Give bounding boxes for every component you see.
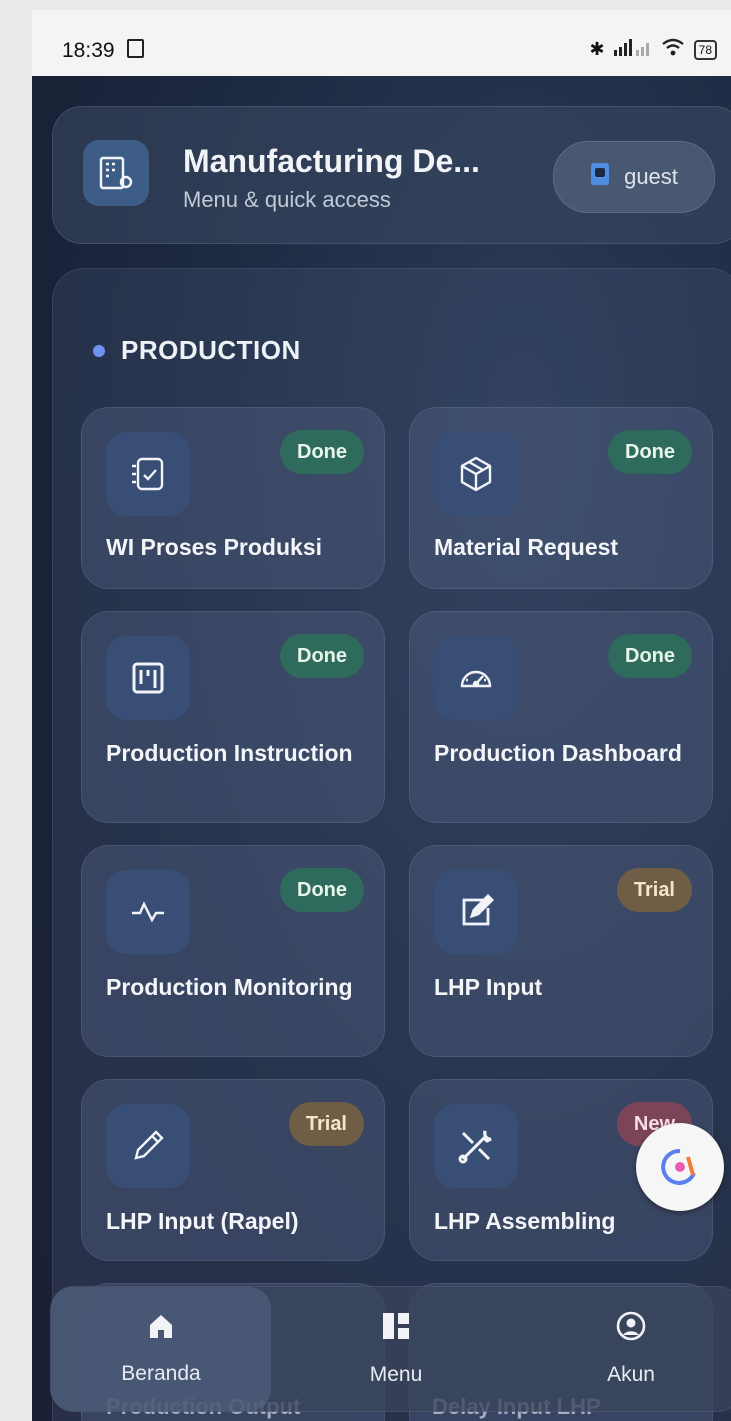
box-icon <box>434 432 518 516</box>
tools-icon <box>434 1104 518 1188</box>
bluetooth-icon: ✱ <box>589 39 605 59</box>
tile-label: Production Monitoring <box>106 974 353 1000</box>
edit-icon <box>434 870 518 954</box>
tile-lhp-input-rapel[interactable]: Trial LHP Input (Rapel) <box>81 1079 385 1261</box>
status-badge: Trial <box>288 1102 364 1146</box>
screenshot-notification-icon <box>127 39 144 58</box>
status-icons: ✱ 78 <box>590 38 717 61</box>
status-time: 18:39 <box>62 39 115 62</box>
status-badge: Done <box>608 430 692 474</box>
tile-production-monitoring[interactable]: Done Production Monitoring <box>81 845 385 1057</box>
section-header: PRODUCTION <box>93 335 301 366</box>
tile-label: Production Dashboard <box>434 740 682 766</box>
user-name: guest <box>624 164 678 189</box>
tile-label: LHP Assembling <box>434 1208 616 1234</box>
section-dot-icon <box>93 344 105 357</box>
status-badge: Done <box>608 634 692 678</box>
tile-production-instruction[interactable]: Done Production Instruction <box>81 611 385 823</box>
production-panel: PRODUCTION Done WI Proses Produksi Done … <box>52 268 731 1421</box>
status-badge: Trial <box>616 868 692 912</box>
app-subtitle: Menu & quick access <box>183 187 391 212</box>
nav-label: Akun <box>607 1363 655 1386</box>
account-icon <box>616 1311 646 1341</box>
status-badge: Done <box>280 868 364 912</box>
nav-home[interactable]: Beranda <box>51 1287 271 1411</box>
tile-label: LHP Input <box>434 974 543 1000</box>
nav-label: Beranda <box>121 1362 201 1385</box>
status-bar: 18:39 ✱ 78 <box>32 10 731 76</box>
tile-label: LHP Input (Rapel) <box>106 1208 299 1234</box>
app-screen: 18:39 ✱ 78 Manufacturing De... Menu & qu… <box>32 10 731 1421</box>
checklist-icon <box>106 432 190 516</box>
nav-account[interactable]: Akun <box>521 1287 731 1411</box>
tile-label: Production Instruction <box>106 740 353 766</box>
app-header: Manufacturing De... Menu & quick access … <box>52 106 731 244</box>
building-gear-icon <box>83 140 149 206</box>
bottom-navigation: Beranda Menu Akun <box>50 1286 731 1412</box>
wifi-icon <box>661 38 685 61</box>
assistant-fab-button[interactable] <box>636 1123 724 1211</box>
status-badge: Done <box>280 430 364 474</box>
tile-label: WI Proses Produksi <box>106 534 323 560</box>
board-icon <box>106 636 190 720</box>
pulse-icon <box>106 870 190 954</box>
nav-menu[interactable]: Menu <box>286 1287 506 1411</box>
battery-icon: 78 <box>693 39 717 60</box>
status-badge: Done <box>280 634 364 678</box>
tile-wi-proses-produksi[interactable]: Done WI Proses Produksi <box>81 407 385 589</box>
home-icon <box>150 1315 172 1338</box>
app-title: Manufacturing De... <box>183 143 480 179</box>
tile-material-request[interactable]: Done Material Request <box>409 407 713 589</box>
nav-label: Menu <box>369 1363 423 1386</box>
signal-icon <box>613 38 652 61</box>
section-title: PRODUCTION <box>121 335 301 365</box>
tile-production-dashboard[interactable]: Done Production Dashboard <box>409 611 713 823</box>
user-badge[interactable]: guest <box>553 141 715 213</box>
user-device-icon <box>590 162 610 192</box>
tile-label: Material Request <box>434 534 619 560</box>
pencil-icon <box>106 1104 190 1188</box>
gauge-icon <box>434 636 518 720</box>
menu-grid-icon <box>383 1313 409 1339</box>
assistant-icon <box>661 1148 696 1185</box>
tile-lhp-input[interactable]: Trial LHP Input <box>409 845 713 1057</box>
